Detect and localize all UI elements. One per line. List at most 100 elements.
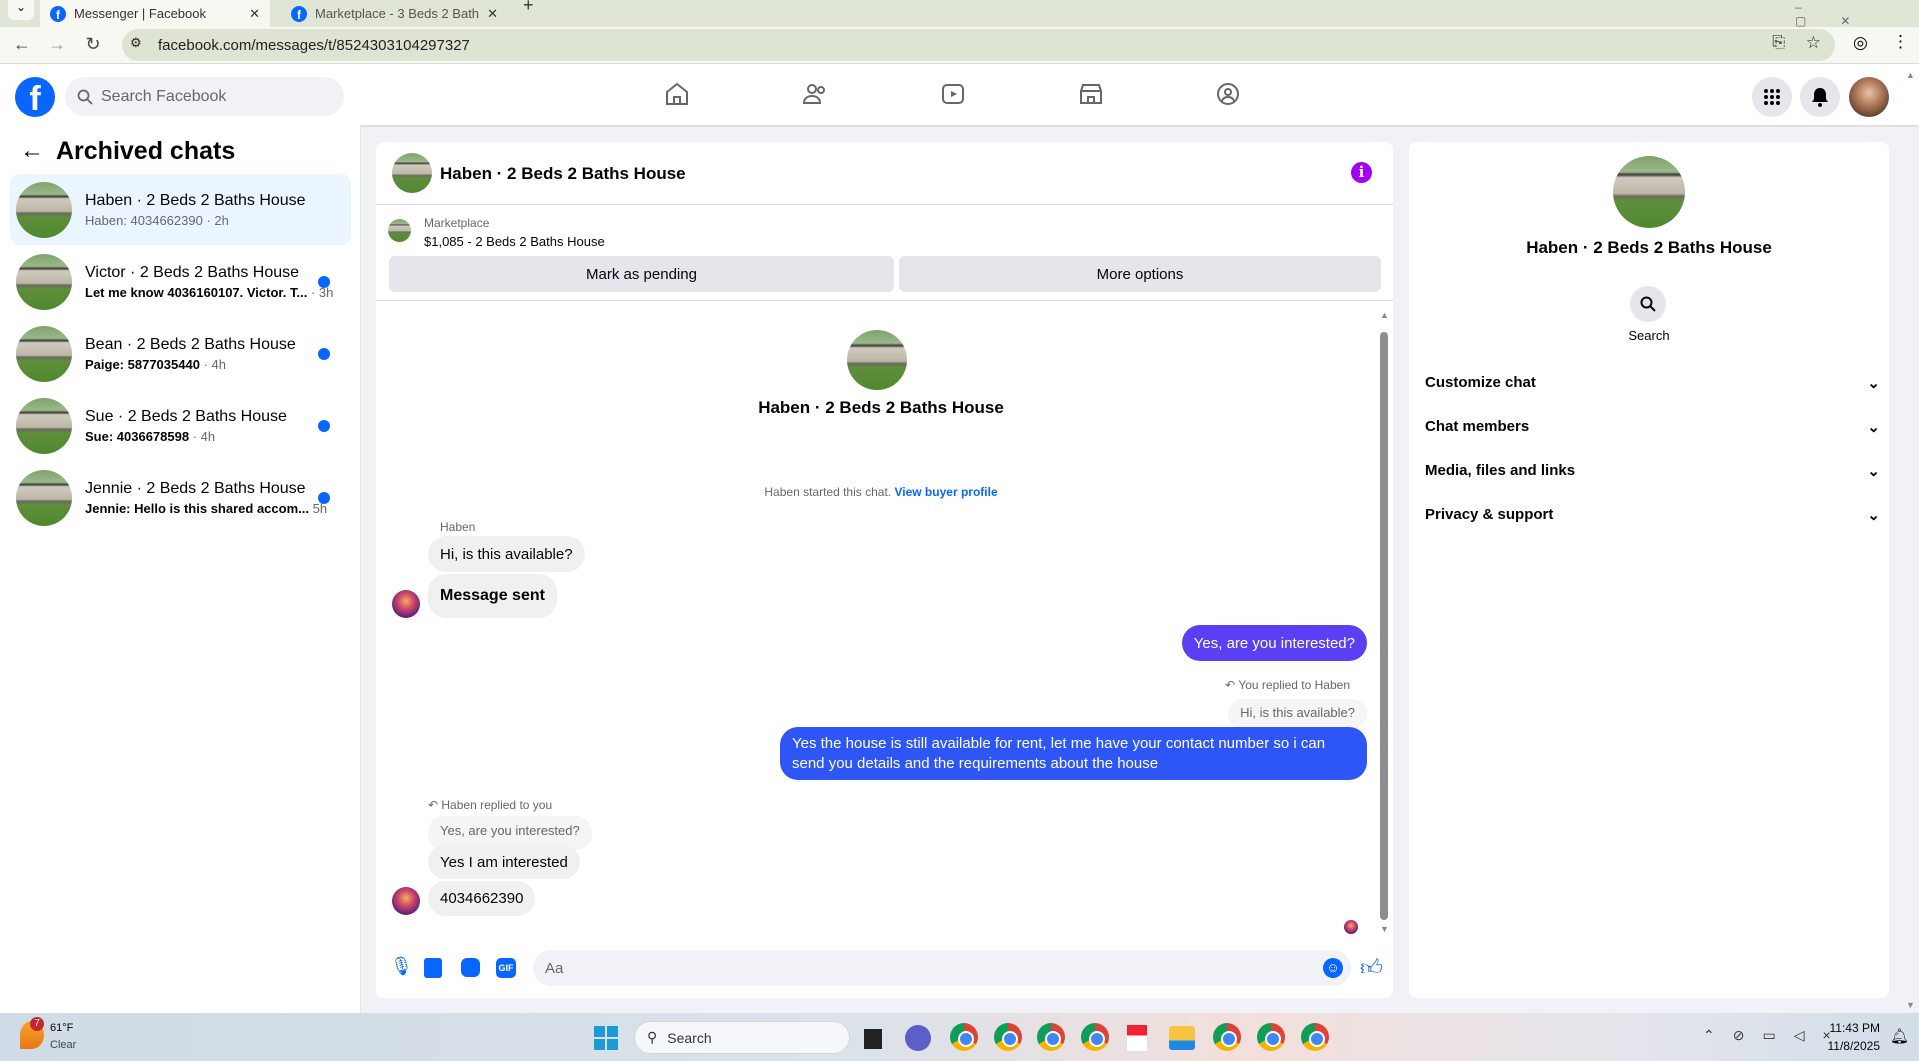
message-bubble[interactable]: Yes I am interested bbox=[428, 845, 580, 879]
accordion-chat-members[interactable]: Chat members ⌄ bbox=[1425, 418, 1880, 436]
chat-name: Sue · 2 Beds 2 Baths House bbox=[85, 407, 287, 425]
quoted-message[interactable]: Hi, is this available? bbox=[1228, 699, 1367, 729]
chat-list-item[interactable]: Victor · 2 Beds 2 Baths House Let me kno… bbox=[10, 246, 351, 317]
like-thumb-icon[interactable]: 👍︎ bbox=[1360, 954, 1383, 981]
my-message-bubble[interactable]: Yes, are you interested? bbox=[1181, 625, 1367, 661]
button-label: Mark as pending bbox=[586, 265, 697, 283]
message-input[interactable]: Aa ☺ bbox=[533, 950, 1351, 986]
tab-search-button[interactable]: ⌄ bbox=[8, 0, 34, 20]
emoji-icon[interactable]: ☺ bbox=[1323, 958, 1343, 978]
info-icon[interactable]: i bbox=[1351, 162, 1372, 183]
message-bubble[interactable]: Message sent bbox=[428, 574, 557, 618]
chat-header-avatar[interactable] bbox=[392, 153, 432, 193]
clock-time[interactable]: 11:43 PM bbox=[1820, 1021, 1880, 1035]
new-tab-button[interactable]: + bbox=[523, 0, 534, 14]
mark-as-pending-button[interactable]: Mark as pending bbox=[389, 256, 894, 292]
weather-desc: Clear bbox=[50, 1039, 77, 1051]
quote-text: Yes, are you interested? bbox=[440, 822, 580, 838]
accordion-media-files-links[interactable]: Media, files and links ⌄ bbox=[1425, 462, 1880, 480]
sender-avatar[interactable] bbox=[392, 887, 420, 915]
groups-icon[interactable] bbox=[1212, 78, 1244, 110]
accordion-privacy-support[interactable]: Privacy & support ⌄ bbox=[1425, 506, 1880, 524]
address-bar-row: ← → ↻ ⚙ facebook.com/messages/t/85243031… bbox=[0, 27, 1919, 64]
view-buyer-profile-link[interactable]: View buyer profile bbox=[894, 485, 997, 499]
taskbar-search[interactable]: ⚲ Search bbox=[634, 1021, 850, 1054]
search-placeholder: Search Facebook bbox=[101, 87, 227, 105]
menu-grid-icon[interactable] bbox=[1752, 77, 1792, 117]
back-arrow-icon[interactable]: ← bbox=[20, 137, 44, 165]
chrome-profile-icon[interactable] bbox=[1037, 1023, 1065, 1051]
account-avatar[interactable] bbox=[1849, 77, 1889, 117]
more-options-button[interactable]: More options bbox=[899, 256, 1381, 292]
chat-list-item[interactable]: Sue · 2 Beds 2 Baths House Sue: 40366785… bbox=[10, 390, 351, 461]
chrome-profile-icon[interactable] bbox=[1257, 1023, 1285, 1051]
friends-icon[interactable] bbox=[799, 78, 831, 110]
chat-title[interactable]: Haben · 2 Beds 2 Baths House bbox=[440, 164, 686, 184]
chat-list-item[interactable]: Bean · 2 Beds 2 Baths House Paige: 58770… bbox=[10, 318, 351, 389]
bookmark-star-icon[interactable]: ☆ bbox=[1806, 33, 1821, 53]
scrollbar-thumb[interactable] bbox=[1380, 332, 1388, 920]
sticker-icon[interactable] bbox=[461, 958, 480, 977]
facebook-header: f Search Facebook bbox=[0, 64, 1919, 125]
snipping-tool-icon[interactable] bbox=[1127, 1025, 1147, 1051]
microphone-icon[interactable]: 🎙︎ bbox=[390, 956, 413, 977]
install-icon[interactable]: ⎘ bbox=[1772, 34, 1785, 52]
clock-date[interactable]: 11/8/2025 bbox=[1820, 1039, 1881, 1053]
url-text: facebook.com/messages/t/8524303104297327 bbox=[158, 36, 470, 54]
video-icon[interactable] bbox=[937, 78, 969, 110]
back-icon[interactable]: ← bbox=[10, 34, 34, 55]
chrome-profile-icon[interactable] bbox=[1213, 1023, 1241, 1051]
listing-title[interactable]: $1,085 - 2 Beds 2 Baths House bbox=[424, 234, 605, 249]
sender-avatar[interactable] bbox=[392, 590, 420, 618]
task-view-icon[interactable] bbox=[864, 1029, 882, 1049]
notifications-bell-icon[interactable] bbox=[1800, 77, 1840, 117]
message-bubble[interactable]: Hi, is this available? bbox=[428, 536, 585, 572]
tab-marketplace[interactable]: f Marketplace - 3 Beds 2 Baths H ✕ bbox=[281, 0, 508, 27]
chat-name: Bean · 2 Beds 2 Baths House bbox=[85, 335, 296, 353]
chrome-profile-icon[interactable] bbox=[1301, 1023, 1329, 1051]
close-tab-icon[interactable]: ✕ bbox=[249, 6, 260, 22]
search-label: Search bbox=[1628, 328, 1670, 343]
page-scroll-down[interactable]: ▼ bbox=[1906, 1000, 1915, 1010]
search-icon: ⚲ bbox=[647, 1029, 658, 1045]
url-field[interactable]: ⚙ facebook.com/messages/t/85243031042973… bbox=[122, 29, 1835, 61]
search-input[interactable]: Search Facebook bbox=[65, 77, 344, 116]
facebook-favicon-icon: f bbox=[50, 5, 66, 22]
scroll-up-arrow[interactable]: ▲ bbox=[1380, 310, 1389, 320]
window-controls[interactable]: –▢✕ bbox=[1795, 0, 1919, 28]
facebook-logo[interactable]: f bbox=[15, 77, 55, 117]
reply-arrow-icon: ↶ bbox=[428, 798, 442, 812]
forward-icon[interactable]: → bbox=[45, 34, 69, 55]
gif-icon[interactable]: GIF bbox=[496, 958, 516, 978]
chrome-icon[interactable] bbox=[1081, 1023, 1109, 1051]
site-info-icon[interactable]: ⚙ bbox=[130, 35, 142, 51]
start-button[interactable] bbox=[594, 1026, 618, 1050]
search-in-chat-button[interactable] bbox=[1630, 286, 1666, 322]
my-message-bubble[interactable]: Yes the house is still available for ren… bbox=[780, 727, 1367, 780]
chat-name: Haben · 2 Beds 2 Baths House bbox=[85, 191, 306, 209]
tab-messenger[interactable]: f Messenger | Facebook ✕ bbox=[40, 0, 270, 27]
menu-icon[interactable]: ⋮ bbox=[1892, 32, 1909, 52]
reload-icon[interactable]: ↻ bbox=[81, 34, 105, 55]
accordion-customize-chat[interactable]: Customize chat ⌄ bbox=[1425, 374, 1880, 392]
file-explorer-icon[interactable] bbox=[1169, 1026, 1195, 1050]
teams-icon[interactable] bbox=[905, 1025, 931, 1051]
close-tab-icon[interactable]: ✕ bbox=[487, 6, 498, 22]
chrome-profile-icon[interactable] bbox=[994, 1023, 1022, 1051]
message-bubble[interactable]: 4034662390 bbox=[428, 881, 536, 916]
scroll-down-arrow[interactable]: ▼ bbox=[1380, 924, 1389, 934]
chat-list-item[interactable]: Haben · 2 Beds 2 Baths House Haben: 4034… bbox=[10, 174, 351, 245]
message-text: Yes, are you interested? bbox=[1193, 634, 1355, 652]
button-label: More options bbox=[1096, 265, 1184, 283]
chat-list-item[interactable]: Jennie · 2 Beds 2 Baths House Jennie: He… bbox=[10, 462, 351, 533]
section-label: Customize chat bbox=[1425, 374, 1536, 391]
profile-icon[interactable]: ◎ bbox=[1853, 33, 1868, 53]
facebook-favicon-icon: f bbox=[291, 5, 307, 22]
notification-bell-icon[interactable]: 🔔︎ bbox=[1890, 1027, 1909, 1045]
photo-icon[interactable] bbox=[424, 958, 442, 978]
chrome-profile-icon[interactable] bbox=[950, 1023, 978, 1051]
unread-dot bbox=[318, 419, 330, 432]
home-icon[interactable] bbox=[661, 78, 693, 110]
page-scroll-up[interactable]: ▲ bbox=[1906, 70, 1915, 80]
marketplace-icon[interactable] bbox=[1075, 78, 1107, 110]
